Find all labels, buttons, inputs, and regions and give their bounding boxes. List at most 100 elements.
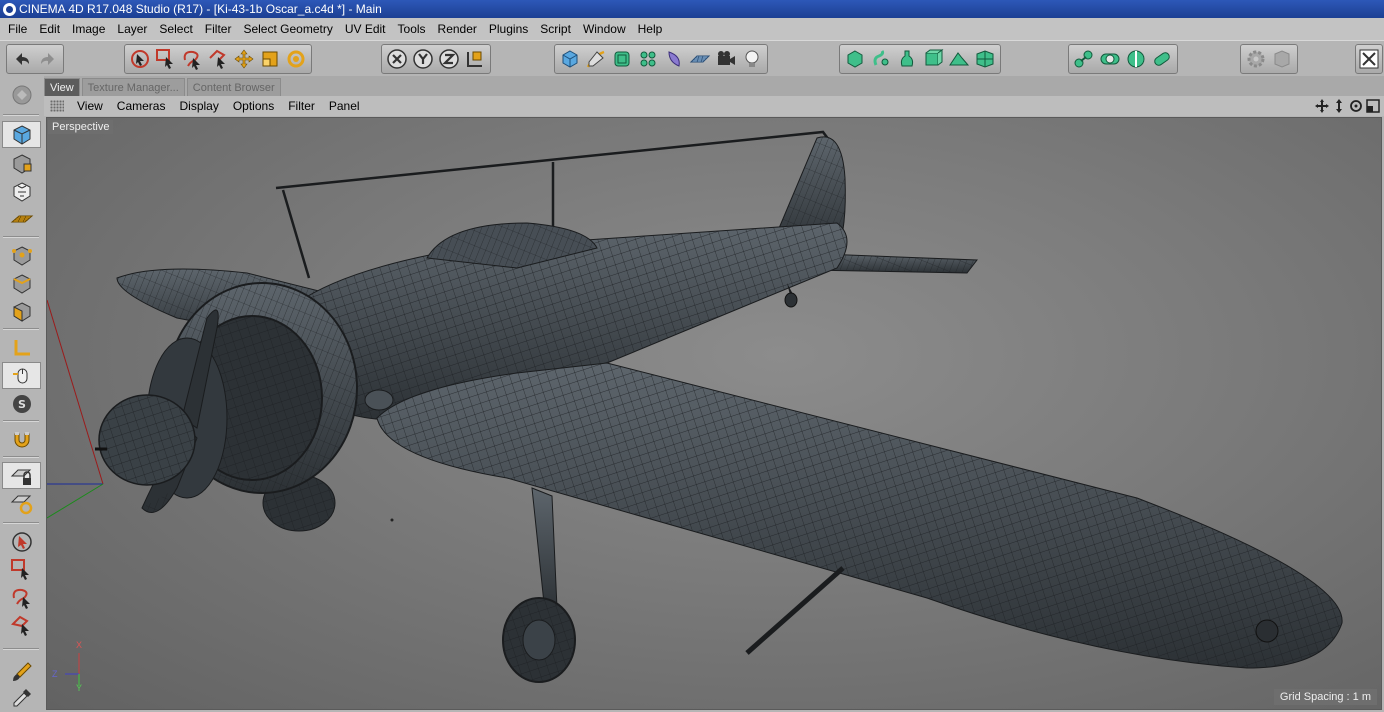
tab-texture-manager[interactable]: Texture Manager... [81,78,185,96]
polygon-selection-icon[interactable] [205,46,231,72]
live-selection-tool-icon[interactable] [2,528,41,555]
move-icon[interactable] [231,46,257,72]
locked-workplane-icon[interactable] [2,462,41,489]
window-title: CINEMA 4D R17.048 Studio (R17) - [Ki-43-… [19,2,382,16]
gear-icon[interactable] [1243,46,1269,72]
menu-edit[interactable]: Edit [33,18,66,40]
live-selection-icon[interactable] [127,46,153,72]
grid-spacing-label: Grid Spacing : 1 m [1273,689,1377,705]
toggle-panel-icon[interactable] [1365,98,1380,113]
workplane-icon[interactable] [2,206,41,233]
lasso-selection-tool-icon[interactable] [2,584,41,611]
rotate-view-icon[interactable] [1348,98,1363,113]
panel-tabs: View Texture Manager... Content Browser [44,76,1384,96]
x-axis-icon[interactable] [384,46,410,72]
snapping-icon[interactable]: S [2,390,41,417]
perspective-viewport[interactable]: Perspective X Z Y Grid Spacing : 1 m [46,117,1382,710]
deformer-icon[interactable] [661,46,687,72]
world-coordinates-icon[interactable] [462,46,488,72]
title-bar: CINEMA 4D R17.048 Studio (R17) - [Ki-43-… [0,0,1384,18]
viewport-menu-bar: View Cameras Display Options Filter Pane… [44,96,1384,116]
instance-icon[interactable] [1149,46,1175,72]
points-mode-icon[interactable] [2,242,41,269]
layout-group [1355,44,1383,74]
viewport-menu-display[interactable]: Display [172,99,225,113]
menu-uv-edit[interactable]: UV Edit [339,18,392,40]
subdivision-icon[interactable] [609,46,635,72]
menu-select[interactable]: Select [153,18,198,40]
menu-filter[interactable]: Filter [199,18,238,40]
rotate-icon[interactable] [283,46,309,72]
camera-icon[interactable] [713,46,739,72]
gizmo-z-label: Z [52,669,58,679]
script-icon[interactable] [1269,46,1295,72]
polygon-selection-tool-icon[interactable] [2,612,41,639]
z-axis-icon[interactable] [436,46,462,72]
axis-lock-group [381,44,491,74]
scale-icon[interactable] [257,46,283,72]
scene-icon[interactable] [972,46,998,72]
zoom-view-icon[interactable] [1331,98,1346,113]
menu-tools[interactable]: Tools [392,18,432,40]
planar-workplane-icon[interactable] [2,490,41,517]
rectangle-selection-tool-icon[interactable] [2,556,41,583]
viewport-menu-view[interactable]: View [70,99,110,113]
left-toolbar: S [0,76,44,712]
polygons-mode-icon[interactable] [2,298,41,325]
aircraft-model-wireframe [47,130,1343,686]
menu-select-geometry[interactable]: Select Geometry [237,18,338,40]
lasso-selection-icon[interactable] [179,46,205,72]
magnet-icon[interactable] [2,426,41,453]
separator [3,420,39,422]
edges-mode-icon[interactable] [2,270,41,297]
menu-layer[interactable]: Layer [111,18,153,40]
floor-icon[interactable] [687,46,713,72]
pen-icon[interactable] [583,46,609,72]
menu-window[interactable]: Window [577,18,632,40]
cloner-icon[interactable] [635,46,661,72]
menu-file[interactable]: File [2,18,33,40]
texture-axis-icon[interactable] [2,178,41,205]
cube-icon[interactable] [557,46,583,72]
connect-icon[interactable] [1071,46,1097,72]
y-axis-line [47,483,104,519]
menu-script[interactable]: Script [534,18,577,40]
separator [3,456,39,458]
menu-plugins[interactable]: Plugins [483,18,534,40]
inactive-tools-group [1240,44,1298,74]
texture-icon[interactable] [2,150,41,177]
redo-icon[interactable] [35,46,61,72]
menu-help[interactable]: Help [632,18,669,40]
layout-icon[interactable] [1356,46,1382,72]
viewport-menu-panel[interactable]: Panel [322,99,367,113]
menu-render[interactable]: Render [432,18,483,40]
enable-axis-icon[interactable] [2,334,41,361]
symmetry-icon[interactable] [1123,46,1149,72]
render-region-icon[interactable] [868,46,894,72]
object-tools-group [554,44,768,74]
move-view-icon[interactable] [1314,98,1329,113]
model-icon[interactable] [2,121,41,148]
y-axis-icon[interactable] [410,46,436,72]
viewport-menu-options[interactable]: Options [226,99,281,113]
brush-icon[interactable] [2,658,41,685]
model-mode-icon[interactable] [2,81,41,108]
render-picture-viewer-icon[interactable] [894,46,920,72]
render-view-icon[interactable] [842,46,868,72]
eyedropper-icon[interactable] [2,684,41,711]
viewport-menu-cameras[interactable]: Cameras [110,99,173,113]
tweak-mode-icon[interactable] [2,362,41,389]
material-icon[interactable] [946,46,972,72]
boole-icon[interactable] [1097,46,1123,72]
edit-render-settings-icon[interactable] [920,46,946,72]
tab-view[interactable]: View [44,78,80,96]
light-icon[interactable] [739,46,765,72]
x-axis-line [47,299,104,485]
viewport-menu-filter[interactable]: Filter [281,99,322,113]
tab-content-browser[interactable]: Content Browser [186,78,281,96]
undo-icon[interactable] [9,46,35,72]
rectangle-selection-icon[interactable] [153,46,179,72]
menu-image[interactable]: Image [66,18,111,40]
camera-label[interactable]: Perspective [48,120,114,134]
panel-grip-icon[interactable] [50,100,64,112]
